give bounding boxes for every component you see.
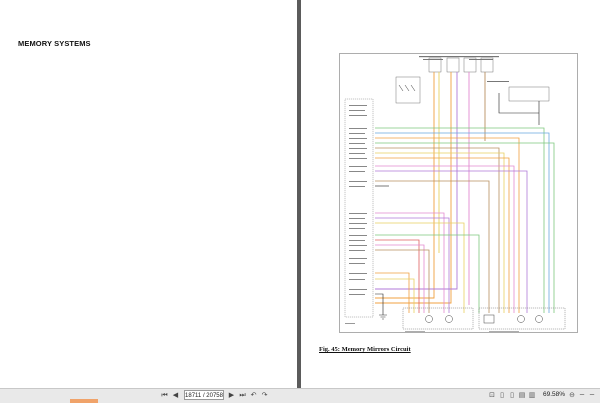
- zoom-out-icon[interactable]: ⊖: [568, 391, 576, 399]
- figure-caption: Fig. 45: Memory Mirrors Circuit: [319, 346, 411, 353]
- next-page-icon[interactable]: ▶: [227, 391, 236, 400]
- fit-page-icon[interactable]: ⊡: [488, 391, 496, 399]
- facing-icon[interactable]: ▥: [528, 391, 536, 399]
- page-number-input[interactable]: 18711 / 20758: [184, 390, 224, 400]
- first-page-icon[interactable]: ⏮: [160, 391, 169, 400]
- zoom-level[interactable]: 69.58%: [543, 390, 565, 400]
- document-page-right: Fig. 45: Memory Mirrors Circuit: [301, 0, 600, 388]
- section-heading: MEMORY SYSTEMS: [18, 39, 91, 48]
- document-viewport[interactable]: MEMORY SYSTEMS Fig. 45: Memory Mirrors C…: [0, 0, 600, 388]
- single-page-icon[interactable]: ▯: [498, 391, 506, 399]
- continuous-icon[interactable]: ▤: [518, 391, 526, 399]
- last-page-icon[interactable]: ⏭: [238, 391, 247, 400]
- two-page-icon[interactable]: ▯: [508, 391, 516, 399]
- memory-mirrors-wiring-diagram: [339, 53, 578, 333]
- forward-icon[interactable]: ↷: [260, 391, 269, 400]
- back-icon[interactable]: ↶: [249, 391, 258, 400]
- active-tab-indicator: [70, 399, 98, 403]
- prev-page-icon[interactable]: ◀: [171, 391, 180, 400]
- document-page-left: MEMORY SYSTEMS: [0, 0, 297, 388]
- zoom-in-icon[interactable]: ─: [588, 391, 596, 399]
- zoom-slider[interactable]: ─: [578, 391, 586, 399]
